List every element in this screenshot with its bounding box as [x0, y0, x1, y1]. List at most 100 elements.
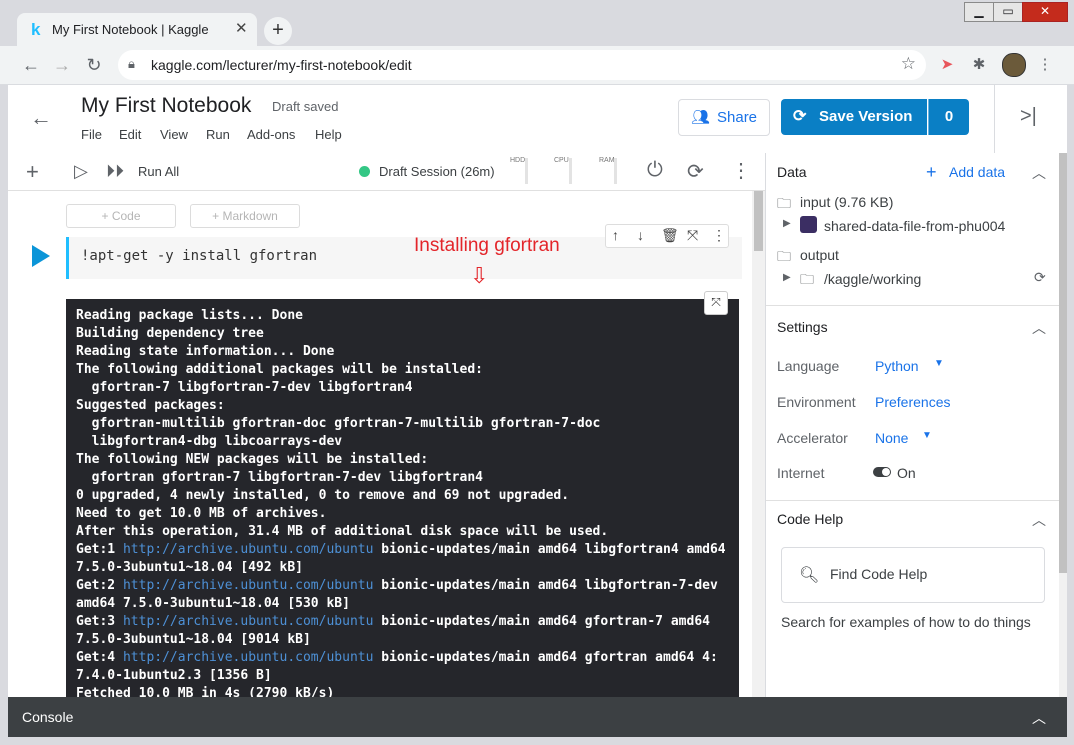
share-label: Share	[717, 109, 758, 126]
internet-value: On	[897, 465, 916, 481]
puzzle-icon[interactable]: ✱	[968, 54, 990, 76]
new-tab-button[interactable]: +	[264, 17, 292, 45]
internet-label: Internet	[777, 465, 825, 481]
avatar[interactable]	[1002, 53, 1026, 77]
editor-scrollbar[interactable]	[752, 191, 765, 697]
archive-link[interactable]: http://archive.ubuntu.com/ubuntu	[123, 614, 373, 629]
run-all-icon[interactable]: ⏵⏵	[106, 161, 124, 182]
chevron-up-icon[interactable]: ︿	[1032, 708, 1046, 728]
menu-icon[interactable]: ⋮	[1034, 54, 1056, 76]
collapse-panel-icon[interactable]: >|	[1020, 105, 1037, 128]
input-folder[interactable]: input (9.76 KB)	[800, 194, 893, 210]
output-line: 7.5.0-3ubuntu1~18.04 [492 kB]	[76, 560, 303, 575]
browser-toolbar: ← → ↻ 🔒︎ kaggle.com/lecturer/my-first-no…	[0, 46, 1074, 85]
add-markdown-button[interactable]: + Markdown	[190, 204, 300, 228]
save-version-label: Save Version	[819, 108, 913, 125]
forward-icon[interactable]: →	[51, 54, 73, 76]
power-icon[interactable]: ⏻	[647, 159, 663, 182]
accelerator-select[interactable]: None	[875, 430, 908, 446]
cell-code[interactable]: !apt-get -y install gfortran	[81, 248, 317, 264]
kaggle-favicon-icon: k	[31, 20, 41, 39]
archive-link[interactable]: http://archive.ubuntu.com/ubuntu	[123, 650, 373, 665]
more-options-icon[interactable]: ⋮	[731, 158, 751, 183]
dropdown-caret-icon[interactable]: ▼	[922, 430, 932, 441]
panel-scrollbar-thumb[interactable]	[1059, 153, 1067, 573]
run-icon[interactable]: ▷	[74, 161, 88, 182]
browser-titlebar: k My First Notebook | Kaggle ✕ + ▁ ▭ ✕	[0, 0, 1074, 46]
header-divider	[994, 85, 995, 153]
collapse-output-icon[interactable]: ⤧	[704, 291, 728, 315]
menu-run[interactable]: Run	[206, 127, 230, 142]
output-line: Reading package lists... Done	[76, 308, 303, 323]
notebook-header: ← My First Notebook Draft saved File Edi…	[8, 85, 1064, 154]
expand-caret-icon[interactable]: ▶	[783, 272, 791, 283]
output-line: After this operation, 31.4 MB of additio…	[76, 524, 609, 539]
minimize-button[interactable]: ▁	[964, 2, 994, 22]
menu-file[interactable]: File	[81, 127, 102, 142]
window-close-button[interactable]: ✕	[1022, 2, 1068, 22]
restart-icon[interactable]: ⟳	[687, 159, 704, 184]
window-frame-left	[0, 85, 8, 745]
reload-icon[interactable]: ↻	[83, 54, 105, 76]
cell-actions: ↑ ↓ 🗑︎ ⤧ ⋮	[605, 224, 729, 248]
archive-link[interactable]: http://archive.ubuntu.com/ubuntu	[123, 542, 373, 557]
panel-scrollbar[interactable]	[1059, 153, 1067, 697]
search-icon: 🔍︎	[799, 567, 820, 584]
add-cell-icon[interactable]: +	[26, 159, 39, 185]
chevron-up-icon[interactable]: ︿	[1032, 163, 1046, 183]
expand-caret-icon[interactable]: ▶	[783, 218, 791, 229]
session-status[interactable]: Draft Session (26m)	[379, 164, 495, 179]
collapse-cell-icon[interactable]: ⤧	[687, 227, 698, 244]
extension-icon[interactable]: ➤	[936, 54, 958, 76]
menu-help[interactable]: Help	[315, 127, 342, 142]
maximize-button[interactable]: ▭	[993, 2, 1023, 22]
environment-link[interactable]: Preferences	[875, 394, 950, 410]
move-up-icon[interactable]: ↑	[612, 227, 619, 243]
find-code-help-input[interactable]: 🔍︎ Find Code Help	[781, 547, 1045, 603]
working-folder[interactable]: /kaggle/working	[824, 271, 921, 287]
address-bar[interactable]: 🔒︎ kaggle.com/lecturer/my-first-notebook…	[118, 50, 926, 80]
star-icon[interactable]: ☆	[901, 54, 916, 74]
delete-icon[interactable]: 🗑︎	[661, 227, 679, 244]
window-frame-right	[1067, 85, 1074, 745]
output-line: gfortran-7 libgfortran-7-dev libgfortran…	[76, 380, 413, 395]
editor-area: + ▷ ⏵⏵ Run All Draft Session (26m) HDD C…	[8, 153, 765, 697]
menu-edit[interactable]: Edit	[119, 127, 141, 142]
console-bar[interactable]: Console ︿	[8, 697, 1067, 737]
browser-tab[interactable]: k My First Notebook | Kaggle ✕	[17, 13, 257, 46]
version-count-button[interactable]: 0	[928, 99, 969, 135]
back-icon[interactable]: ←	[20, 54, 42, 76]
output-line: amd64 7.5.0-3ubuntu1~18.04 [530 kB]	[76, 596, 350, 611]
run-all-button[interactable]: Run All	[138, 164, 179, 179]
editor-scrollbar-thumb[interactable]	[754, 191, 763, 251]
editor-toolbar: + ▷ ⏵⏵ Run All Draft Session (26m) HDD C…	[8, 153, 765, 191]
output-line: Get:4 http://archive.ubuntu.com/ubuntu b…	[76, 650, 718, 665]
save-version-button[interactable]: ⟳ Save Version	[781, 99, 927, 135]
menu-view[interactable]: View	[160, 127, 188, 142]
add-code-button[interactable]: + Code	[66, 204, 176, 228]
output-line: 0 upgraded, 4 newly installed, 0 to remo…	[76, 488, 570, 503]
refresh-icon[interactable]: ⟳	[1034, 269, 1046, 286]
output-line: Get:3 http://archive.ubuntu.com/ubuntu b…	[76, 614, 710, 629]
output-folder[interactable]: output	[800, 247, 839, 263]
accelerator-label: Accelerator	[777, 430, 848, 446]
add-data-button[interactable]: Add data	[949, 164, 1005, 180]
chevron-up-icon[interactable]: ︿	[1032, 510, 1046, 530]
move-down-icon[interactable]: ↓	[637, 227, 644, 243]
add-data-plus-icon[interactable]: +	[926, 162, 937, 183]
dataset-item[interactable]: shared-data-file-from-phu004	[824, 218, 1005, 234]
notebook-title[interactable]: My First Notebook	[81, 94, 251, 118]
tab-close-icon[interactable]: ✕	[235, 19, 248, 37]
output-line: libgfortran4-dbg libcoarrays-dev	[76, 434, 343, 449]
archive-link[interactable]: http://archive.ubuntu.com/ubuntu	[123, 578, 373, 593]
internet-toggle[interactable]	[873, 467, 891, 477]
run-cell-icon[interactable]	[32, 245, 50, 267]
menu-add-ons[interactable]: Add-ons	[247, 127, 295, 142]
chevron-up-icon[interactable]: ︿	[1032, 318, 1046, 338]
output-line: 7.4.0-1ubuntu2.3 [1356 B]	[76, 668, 272, 683]
language-select[interactable]: Python	[875, 358, 919, 374]
back-arrow-icon[interactable]: ←	[30, 105, 52, 131]
cell-more-icon[interactable]: ⋮	[712, 227, 726, 244]
dropdown-caret-icon[interactable]: ▼	[934, 358, 944, 369]
share-button[interactable]: 👥︎ Share	[678, 99, 770, 136]
